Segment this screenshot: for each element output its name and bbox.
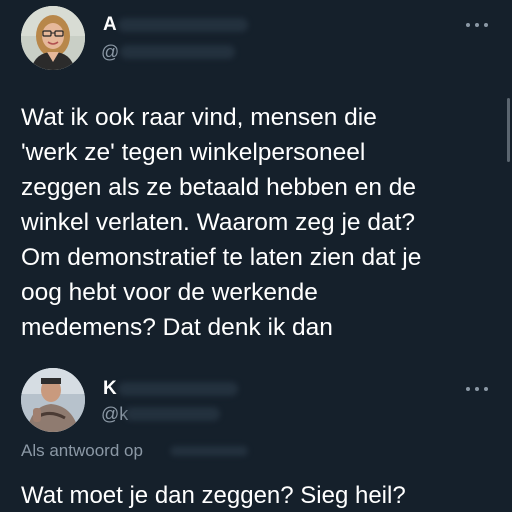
handle[interactable]: @ <box>101 42 119 63</box>
more-options-button[interactable] <box>466 16 488 34</box>
redacted-reply-to <box>170 446 248 456</box>
avatar-photo <box>21 6 85 70</box>
display-name[interactable]: K <box>103 378 117 400</box>
redacted-handle <box>125 407 220 421</box>
display-name[interactable]: A <box>103 14 117 36</box>
avatar-photo <box>21 368 85 432</box>
redacted-name <box>118 18 248 32</box>
reply-to-label: Als antwoord op <box>21 441 143 460</box>
more-horizontal-icon <box>484 387 488 391</box>
main-tweet[interactable]: A @ Wat ik ook raar vind, mensen die 'we… <box>0 0 512 364</box>
reply-to-line: Als antwoord op <box>21 441 143 461</box>
more-horizontal-icon <box>466 23 470 27</box>
more-horizontal-icon <box>475 23 479 27</box>
more-horizontal-icon <box>475 387 479 391</box>
more-horizontal-icon <box>484 23 488 27</box>
more-options-button[interactable] <box>466 380 488 398</box>
avatar[interactable] <box>21 368 85 432</box>
more-horizontal-icon <box>466 387 470 391</box>
reply-tweet[interactable]: K @k Als antwoord op Wat moet je dan zeg… <box>0 364 512 512</box>
avatar[interactable] <box>21 6 85 70</box>
tweet-text: Wat moet je dan zeggen? Sieg heil? <box>21 482 406 509</box>
tweet-text: Wat ik ook raar vind, mensen die 'werk z… <box>21 104 422 341</box>
redacted-name <box>118 382 238 396</box>
redacted-handle <box>120 45 235 59</box>
